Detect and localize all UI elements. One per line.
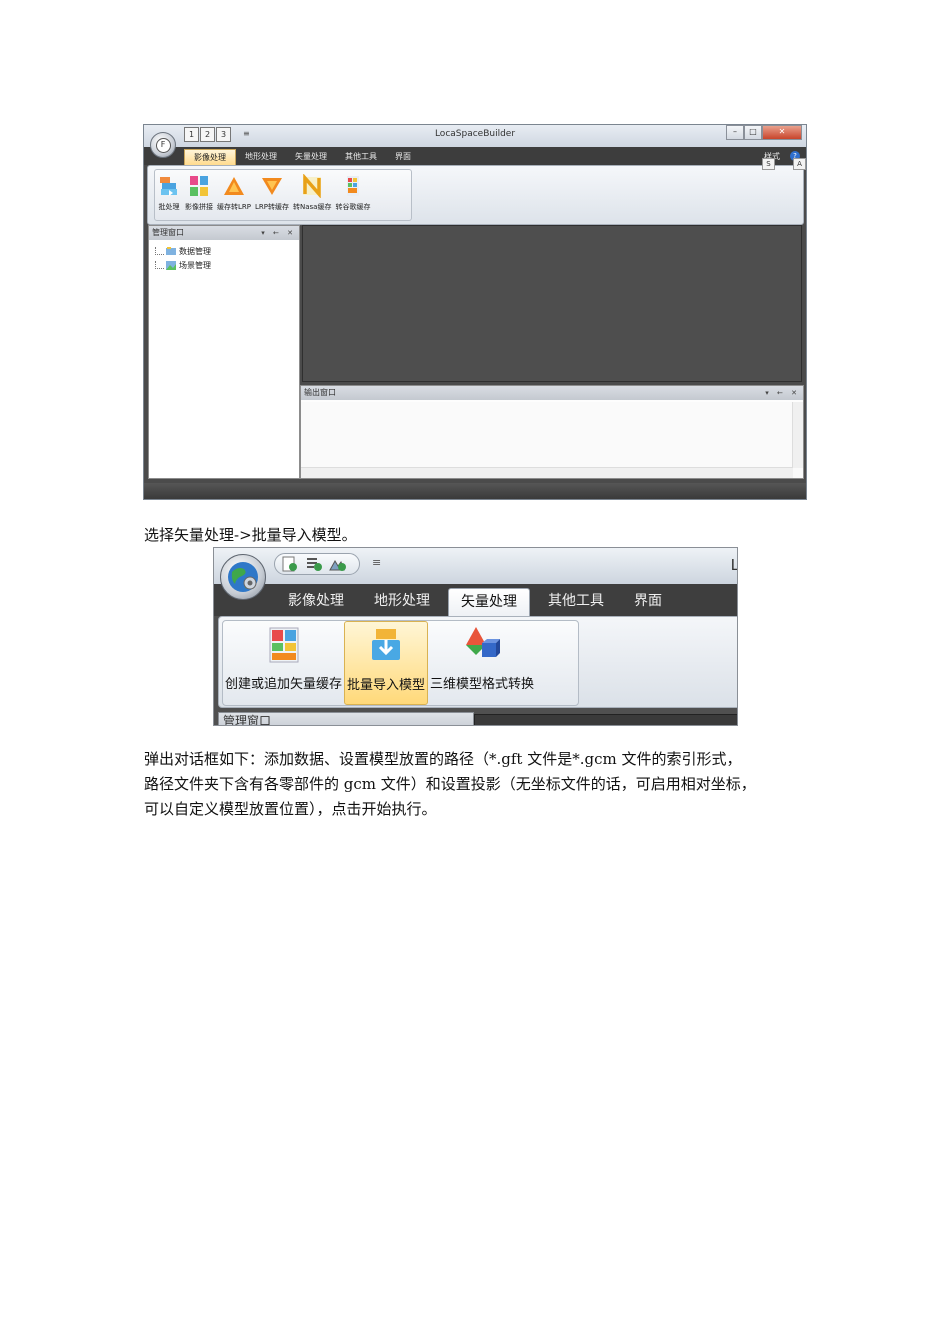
tree-line <box>155 261 164 269</box>
new-scene-icon[interactable] <box>281 556 299 572</box>
model-format-convert-button[interactable]: 三维模型格式转换 <box>428 621 536 705</box>
panel-controls[interactable]: ▾ ← ✕ <box>261 226 296 240</box>
cache-to-lrp-icon <box>224 177 244 195</box>
paragraph-line-3: 可以自定义模型放置位置），点击开始执行。 <box>144 800 437 818</box>
paragraph-line-2: 路径文件夹下含有各零部件的 gcm 文件）和设置投影（无坐标文件的话，可启用相对… <box>144 775 756 793</box>
workspace-area <box>474 714 737 725</box>
close-button[interactable]: ✕ <box>762 125 802 140</box>
status-bar <box>144 483 806 499</box>
tab-terrain-processing[interactable]: 地形处理 <box>236 149 286 165</box>
nasa-cache-label: 转Nasa缓存 <box>293 203 332 211</box>
ribbon-tab-bar: 影像处理 地形处理 矢量处理 其他工具 界面 <box>214 584 737 616</box>
mosaic-icon <box>190 176 208 196</box>
tree-item-data-manage[interactable]: 数据管理 <box>149 244 299 258</box>
ribbon-zoom-screenshot: ≡ L 影像处理 地形处理 矢量处理 其他工具 界面 <box>213 547 738 726</box>
mosaic-button[interactable]: 影像拼接 <box>183 170 215 220</box>
window-controls: – □ ✕ <box>726 125 802 140</box>
vertical-scrollbar[interactable] <box>792 402 803 468</box>
model-format-convert-label: 三维模型格式转换 <box>430 677 535 692</box>
scene-manage-icon <box>166 260 176 270</box>
batch-label: 批处理 <box>158 203 180 211</box>
lrp-to-cache-button[interactable]: LRP转缓存 <box>253 170 291 220</box>
ribbon-panel: 创建或追加矢量缓存 批量导入模型 三维模型格式转换 <box>218 616 737 708</box>
globe-icon <box>228 562 258 592</box>
management-panel-title: 管理窗口 <box>152 228 184 237</box>
app-window-screenshot: 1 2 3 ≡ LocaSpaceBuilder – □ ✕ F 影像处理 地形… <box>143 124 807 500</box>
ribbon-tab-bar: 影像处理 地形处理 矢量处理 其他工具 界面 样式 ? <box>144 147 806 166</box>
nasa-cache-icon <box>303 174 322 198</box>
app-menu-icon: F <box>155 137 171 153</box>
tab-image-processing[interactable]: 影像处理 <box>276 588 356 615</box>
data-manage-icon <box>166 246 176 255</box>
model-convert-icon <box>466 627 501 657</box>
vector-cache-button[interactable]: 创建或追加矢量缓存 <box>223 621 344 705</box>
tab-image-processing[interactable]: 影像处理 <box>184 149 236 166</box>
output-panel-title: 输出窗口 <box>304 388 336 397</box>
app-menu-button[interactable]: F <box>150 132 176 158</box>
tree-item-scene-manage[interactable]: 场景管理 <box>149 258 299 272</box>
management-panel-title: 管理窗口 <box>223 714 272 726</box>
paragraph-line-1: 弹出对话框如下：添加数据、设置模型放置的路径（*.gft 文件是*.gcm 文件… <box>144 750 742 768</box>
ribbon-panel: 批处理 影像拼接 缓存转LRP LRP转缓存 转Nasa缓存 转谷歌缓存 <box>147 165 804 225</box>
lrp-to-cache-icon <box>262 178 282 195</box>
panel-controls[interactable]: ▾ ← ✕ <box>765 386 800 400</box>
vector-cache-icon <box>269 627 298 663</box>
google-cache-label: 转谷歌缓存 <box>335 203 371 211</box>
tree-item-label: 场景管理 <box>179 260 211 270</box>
management-panel: 管理窗口 ▾ ← ✕ 数据管理 场景管理 <box>148 225 300 479</box>
google-cache-button[interactable]: 转谷歌缓存 <box>333 170 372 220</box>
output-panel: 输出窗口 ▾ ← ✕ <box>300 385 804 479</box>
batch-import-model-button[interactable]: 批量导入模型 <box>344 621 429 705</box>
title-bar: ≡ L <box>214 548 737 584</box>
nasa-cache-button[interactable]: 转Nasa缓存 <box>291 170 333 220</box>
tab-interface[interactable]: 界面 <box>622 588 674 615</box>
horizontal-scrollbar[interactable] <box>301 467 793 478</box>
tree-line <box>155 247 164 255</box>
batch-import-model-label: 批量导入模型 <box>347 678 426 693</box>
keytip-s: S <box>762 158 775 170</box>
qat-key-3[interactable]: 3 <box>216 127 231 142</box>
keytip-a: A <box>793 158 806 170</box>
ribbon-group-image: 批处理 影像拼接 缓存转LRP LRP转缓存 转Nasa缓存 转谷歌缓存 <box>154 169 412 221</box>
ribbon-group-vector: 创建或追加矢量缓存 批量导入模型 三维模型格式转换 <box>222 620 579 706</box>
title-bar: 1 2 3 ≡ LocaSpaceBuilder – □ ✕ <box>144 125 806 147</box>
maximize-button[interactable]: □ <box>744 125 762 140</box>
lrp-to-cache-label: LRP转缓存 <box>255 203 289 211</box>
caption-select-batch-import: 选择矢量处理->批量导入模型。 <box>144 526 357 544</box>
add-data-icon[interactable] <box>305 556 323 572</box>
window-title: LocaSpaceBuilder <box>434 129 516 139</box>
mosaic-label: 影像拼接 <box>185 203 213 211</box>
tab-terrain-processing[interactable]: 地形处理 <box>362 588 442 615</box>
qat-key-1[interactable]: 1 <box>184 127 199 142</box>
batch-import-3d-icon <box>372 629 401 660</box>
tab-vector-processing[interactable]: 矢量处理 <box>286 149 336 165</box>
app-menu-button[interactable] <box>220 554 266 600</box>
qat-customize-icon[interactable]: ≡ <box>372 556 381 569</box>
minimize-button[interactable]: – <box>726 125 744 140</box>
output-text-area[interactable] <box>301 402 803 478</box>
window-title-fragment: L <box>731 556 737 574</box>
tree-item-label: 数据管理 <box>179 246 211 256</box>
google-cache-icon <box>346 176 359 196</box>
cache-to-lrp-label: 缓存转LRP <box>217 203 251 211</box>
quick-access-toolbar: 1 2 3 <box>184 127 231 142</box>
cache-to-lrp-button[interactable]: 缓存转LRP <box>215 170 253 220</box>
management-panel-header: 管理窗口 <box>218 712 474 726</box>
output-panel-header: 输出窗口 ▾ ← ✕ <box>301 386 803 400</box>
batch-button[interactable]: 批处理 <box>155 170 183 220</box>
tab-interface[interactable]: 界面 <box>386 149 420 165</box>
batch-icon <box>160 177 177 196</box>
workspace-area[interactable] <box>302 225 802 382</box>
quick-access-toolbar <box>274 553 360 575</box>
add-terrain-icon[interactable] <box>329 556 347 572</box>
tab-other-tools[interactable]: 其他工具 <box>536 588 616 615</box>
vector-cache-label: 创建或追加矢量缓存 <box>225 677 343 692</box>
qat-key-2[interactable]: 2 <box>200 127 215 142</box>
tab-vector-processing[interactable]: 矢量处理 <box>448 588 530 616</box>
tab-other-tools[interactable]: 其他工具 <box>336 149 386 165</box>
management-panel-header: 管理窗口 ▾ ← ✕ <box>149 226 299 240</box>
